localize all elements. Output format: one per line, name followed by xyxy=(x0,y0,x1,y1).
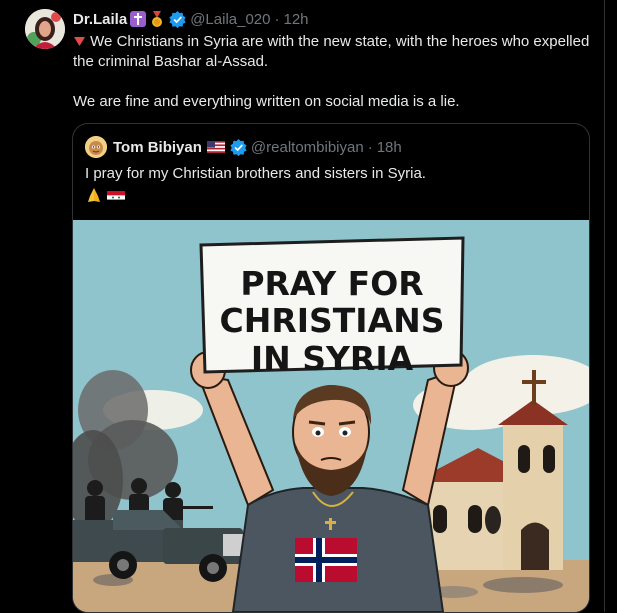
verified-badge-icon xyxy=(230,138,247,156)
author-handle[interactable]: @Laila_020 xyxy=(190,11,270,28)
tweet-text-line1: We Christians in Syria are with the new … xyxy=(73,33,590,70)
quoted-text: I pray for my Christian brothers and sis… xyxy=(85,164,575,210)
separator-dot: · xyxy=(274,10,280,28)
author-avatar[interactable] xyxy=(25,9,65,49)
pray-emoji xyxy=(85,188,103,208)
verified-badge-icon xyxy=(169,10,186,28)
syria-flag-emoji xyxy=(107,191,126,208)
quoted-media-image[interactable]: PRAY FOR CHRISTIANS IN SYRIA xyxy=(73,220,589,612)
sign-line3: IN SYRIA xyxy=(251,339,414,378)
cross-emoji xyxy=(129,11,146,28)
quoted-author-handle[interactable]: @realtombibiyan xyxy=(251,139,364,156)
sign-line1: PRAY FOR xyxy=(240,264,423,303)
tweet-time[interactable]: 12h xyxy=(284,11,309,28)
red-triangle-icon xyxy=(73,33,86,50)
separator-dot: · xyxy=(367,138,373,156)
medal-emoji xyxy=(148,10,165,28)
quoted-author-avatar[interactable] xyxy=(85,136,107,158)
tweet-text-line2: We are fine and everything written on so… xyxy=(73,93,460,110)
author-name[interactable]: Dr.Laila xyxy=(73,11,127,28)
quoted-text-line: I pray for my Christian brothers and sis… xyxy=(85,165,426,182)
quoted-tweet[interactable]: Tom Bibiyan @realtombibiyan · 18h I pray… xyxy=(72,123,590,613)
column-border xyxy=(604,0,605,612)
quoted-header: Tom Bibiyan @realtombibiyan · 18h xyxy=(85,136,402,158)
us-flag-emoji xyxy=(206,139,226,156)
sign-line2: CHRISTIANS xyxy=(219,301,444,340)
quoted-author-name[interactable]: Tom Bibiyan xyxy=(113,139,202,156)
quoted-time[interactable]: 18h xyxy=(377,139,402,156)
tweet-text: We Christians in Syria are with the new … xyxy=(73,32,593,112)
tweet-header: Dr.Laila @Laila_020 · 12h xyxy=(73,9,309,29)
tweet[interactable]: Dr.Laila @Laila_020 · 12h We Christians … xyxy=(0,0,605,613)
